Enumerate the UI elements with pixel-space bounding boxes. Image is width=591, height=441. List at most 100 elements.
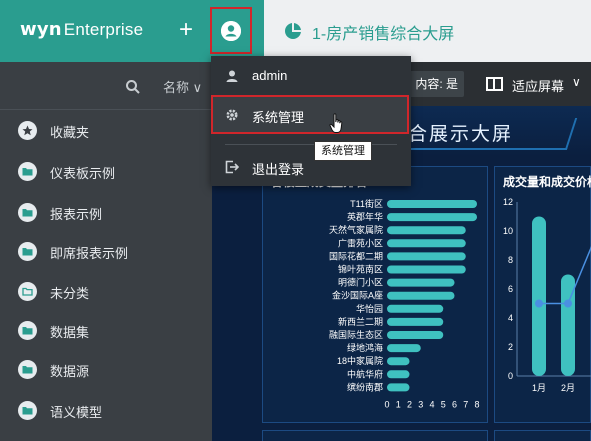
y-tick-label: 广雷苑小区	[338, 237, 383, 248]
range-bar[interactable]	[532, 216, 546, 377]
bar[interactable]	[387, 252, 466, 261]
bar[interactable]	[387, 291, 455, 300]
y-tick-label: 融国际生态区	[329, 329, 383, 340]
y-tick-label: 中航华府	[347, 368, 383, 379]
tab-title: 1-房产销售综合大屏	[312, 26, 455, 43]
sidebar-item-label: 未分类	[50, 286, 90, 301]
x-tick-label: 2月	[561, 383, 575, 393]
sidebar-item-favorites[interactable]: 收藏夹	[0, 111, 212, 149]
sidebar-header: 名称 ∨	[0, 62, 212, 110]
sidebar-item-label: 仪表板示例	[50, 166, 116, 181]
tooltip: 系统管理	[314, 141, 372, 161]
y-tick-label: 8	[508, 255, 513, 265]
bar[interactable]	[387, 331, 444, 339]
sidebar-item-dashboard-samples[interactable]: 仪表板示例	[0, 152, 212, 190]
combo-chart: 0 2 4 6 8 10 12 1月 2月	[503, 197, 591, 393]
user-menu-button-highlight	[210, 7, 252, 54]
y-tick-label: 绿地鸿海	[347, 342, 383, 353]
top-bar: wyn Enterprise + 1-房产销售综合大屏	[0, 0, 591, 62]
app-logo[interactable]: wyn Enterprise	[20, 19, 143, 40]
y-tick-label: 新西兰二期	[338, 316, 383, 327]
y-tick-label: 锦叶苑南区	[338, 264, 383, 275]
sidebar-item-adhoc-report-samples[interactable]: 即席报表示例	[0, 232, 212, 270]
sidebar-item-label: 语义模型	[50, 405, 103, 420]
x-tick-label: 4	[429, 400, 434, 410]
sort-dropdown[interactable]: 名称 ∨	[163, 77, 202, 96]
menu-item-label: admin	[252, 68, 288, 83]
sidebar: 名称 ∨ 收藏夹 仪表板示例 报表示例 即席报表示例 未分类 数据集 数据源 语…	[0, 62, 212, 441]
y-tick-label: 10	[503, 226, 513, 236]
sidebar-item-label: 即席报表示例	[50, 246, 129, 261]
bar[interactable]	[387, 278, 455, 287]
bar[interactable]	[387, 265, 466, 274]
fit-screen-label: 适应屏幕	[512, 79, 565, 94]
tab-dashboard[interactable]: 1-房产销售综合大屏	[264, 0, 591, 62]
x-tick-label: 0	[384, 400, 389, 410]
sidebar-item-label: 数据集	[50, 325, 90, 340]
logout-icon	[225, 160, 239, 174]
bar[interactable]	[387, 213, 477, 222]
user-avatar-icon[interactable]	[221, 21, 241, 41]
sidebar-item-label: 报表示例	[50, 207, 103, 222]
y-tick-label: 4	[508, 313, 513, 323]
menu-item-admin[interactable]: admin	[211, 57, 411, 95]
y-tick-label: 18中家属院	[337, 355, 383, 366]
x-tick-label: 8	[474, 400, 479, 410]
bar[interactable]	[387, 344, 421, 353]
y-tick-label: 明德门小区	[338, 277, 383, 288]
x-tick-label: 6	[452, 400, 457, 410]
bar[interactable]	[387, 200, 477, 208]
y-tick-label: 2	[508, 342, 513, 352]
folder-outline-icon	[18, 282, 37, 301]
fit-screen-dropdown[interactable]: 适应屏幕 ∨	[486, 74, 586, 96]
y-tick-label: 英郡年华	[347, 211, 383, 222]
y-tick-label: T11街区	[350, 198, 383, 209]
y-tick-label: 0	[508, 371, 513, 381]
app-root: wyn Enterprise + 1-房产销售综合大屏 名称 ∨ 收藏夹 仪表板…	[0, 0, 591, 441]
y-tick-label: 缤纷南郡	[347, 381, 383, 392]
bar[interactable]	[387, 370, 410, 379]
menu-item-label: 系统管理	[252, 110, 305, 125]
y-tick-label: 金沙国际A座	[332, 290, 383, 301]
folder-icon	[18, 401, 37, 420]
y-tick-label: 天然气家属院	[329, 224, 383, 235]
menu-item-logout[interactable]: 退出登录	[211, 148, 411, 186]
sidebar-item-datasources[interactable]: 数据源	[0, 350, 212, 388]
line-point[interactable]	[564, 299, 572, 308]
menu-item-label: 退出登录	[252, 162, 305, 177]
dashboard-title: 合展示大屏	[408, 124, 514, 145]
bar-chart: T11街区英郡年华天然气家属院广雷苑小区国际花都二期锦叶苑南区明德门小区金沙国际…	[329, 198, 480, 410]
sidebar-item-uncategorized[interactable]: 未分类	[0, 272, 212, 310]
x-tick-label: 7	[463, 400, 468, 410]
x-tick-label: 1月	[532, 383, 546, 393]
bar[interactable]	[387, 239, 466, 248]
sidebar-item-datasets[interactable]: 数据集	[0, 311, 212, 349]
bar[interactable]	[387, 304, 444, 313]
logo-sub: Enterprise	[63, 20, 144, 39]
content-toggle[interactable]: 内容: 是	[408, 71, 464, 97]
y-tick-label: 华怡园	[356, 303, 383, 314]
search-icon[interactable]	[125, 79, 141, 95]
fit-screen-icon	[486, 77, 503, 91]
bar[interactable]	[387, 226, 466, 235]
x-tick-label: 1	[396, 400, 401, 410]
star-icon	[18, 121, 37, 140]
sidebar-item-semantic-models[interactable]: 语义模型	[0, 391, 212, 429]
dashboard-pie-icon	[285, 23, 301, 39]
sidebar-item-report-samples[interactable]: 报表示例	[0, 193, 212, 231]
menu-item-system-management[interactable]: 系统管理	[211, 95, 409, 134]
bar[interactable]	[387, 317, 444, 326]
hand-cursor-icon	[329, 113, 343, 133]
bar[interactable]	[387, 357, 410, 366]
sidebar-item-label: 数据源	[50, 364, 90, 379]
y-tick-label: 国际花都二期	[329, 250, 383, 261]
folder-icon	[18, 321, 37, 340]
bar[interactable]	[387, 383, 410, 392]
gear-icon	[226, 109, 238, 121]
add-button[interactable]: +	[172, 16, 200, 44]
line-point[interactable]	[535, 299, 543, 308]
chevron-down-icon: ∨	[572, 75, 581, 89]
series-line-continuation	[567, 245, 591, 304]
folder-icon	[18, 360, 37, 379]
panel-volume-price: 成交量和成交价格 0 2 4 6 8 10 12 1月 2月	[494, 166, 591, 423]
